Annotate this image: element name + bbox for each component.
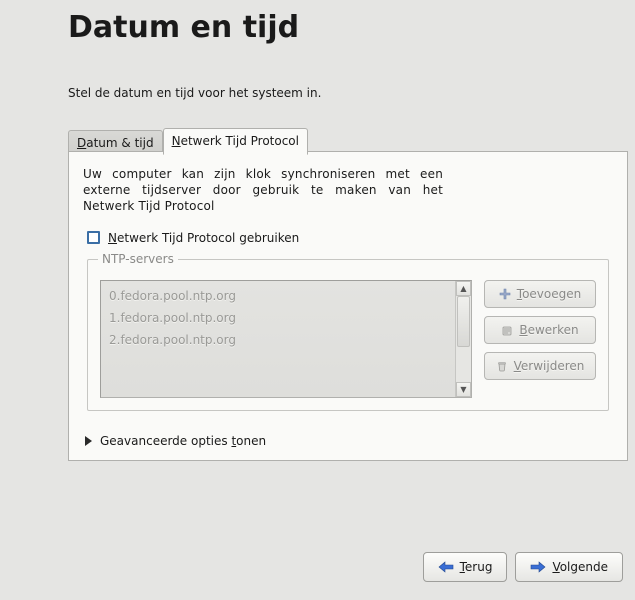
ntp-servers-group: NTP-servers 0.fedora.pool.ntp.org 1.fedo… (87, 259, 609, 411)
use-ntp-row[interactable]: Netwerk Tijd Protocol gebruiken (87, 231, 613, 245)
list-item[interactable]: 1.fedora.pool.ntp.org (107, 307, 449, 329)
scrollbar[interactable]: ▲ ▼ (455, 281, 471, 397)
tab-ntp-rest: etwerk Tijd Protocol (181, 134, 299, 148)
use-ntp-rest: etwerk Tijd Protocol gebruiken (117, 231, 299, 245)
scroll-track[interactable] (456, 296, 471, 382)
edit-button-label: Bewerken (519, 323, 578, 337)
list-item[interactable]: 2.fedora.pool.ntp.org (107, 329, 449, 351)
ntp-panel: Uw computer kan zijn klok synchroniseren… (68, 151, 628, 461)
page-subtitle: Stel de datum en tijd voor het systeem i… (68, 86, 321, 100)
remove-button-label: Verwijderen (514, 359, 585, 373)
use-ntp-checkbox[interactable] (87, 231, 100, 244)
ntp-server-list[interactable]: 0.fedora.pool.ntp.org 1.fedora.pool.ntp.… (100, 280, 472, 398)
tab-netwerk-tijd-protocol[interactable]: Netwerk Tijd Protocol (163, 128, 308, 155)
back-button-label: Terug (460, 560, 493, 574)
trash-icon (496, 360, 508, 372)
ntp-description: Uw computer kan zijn klok synchroniseren… (83, 166, 443, 215)
use-ntp-underline: N (108, 231, 117, 245)
page-title: Datum en tijd (68, 10, 299, 45)
next-button-label: Volgende (552, 560, 608, 574)
tab-datum-rest: atum & tijd (86, 136, 153, 150)
back-button[interactable]: Terug (423, 552, 508, 582)
advanced-options-label: Geavanceerde opties tonen (100, 434, 266, 448)
ntp-servers-legend: NTP-servers (98, 252, 178, 266)
tab-ntp-underline: N (172, 134, 181, 148)
edit-button[interactable]: Bewerken (484, 316, 596, 344)
ntp-button-column: Toevoegen Bewerken Verwijderen (484, 280, 596, 398)
nav-bar: Terug Volgende (423, 552, 623, 582)
arrow-left-icon (438, 561, 454, 573)
next-button[interactable]: Volgende (515, 552, 623, 582)
scroll-up-icon[interactable]: ▲ (456, 281, 471, 296)
use-ntp-label: Netwerk Tijd Protocol gebruiken (108, 231, 299, 245)
tab-datum-underline: D (77, 136, 86, 150)
plus-icon (499, 288, 511, 300)
remove-button[interactable]: Verwijderen (484, 352, 596, 380)
list-item[interactable]: 0.fedora.pool.ntp.org (107, 285, 449, 307)
add-button[interactable]: Toevoegen (484, 280, 596, 308)
expand-icon (85, 436, 92, 446)
scroll-thumb[interactable] (457, 296, 470, 348)
advanced-options-toggle[interactable]: Geavanceerde opties tonen (85, 434, 266, 448)
arrow-right-icon (530, 561, 546, 573)
edit-icon (501, 324, 513, 336)
scroll-down-icon[interactable]: ▼ (456, 382, 471, 397)
add-button-label: Toevoegen (517, 287, 581, 301)
